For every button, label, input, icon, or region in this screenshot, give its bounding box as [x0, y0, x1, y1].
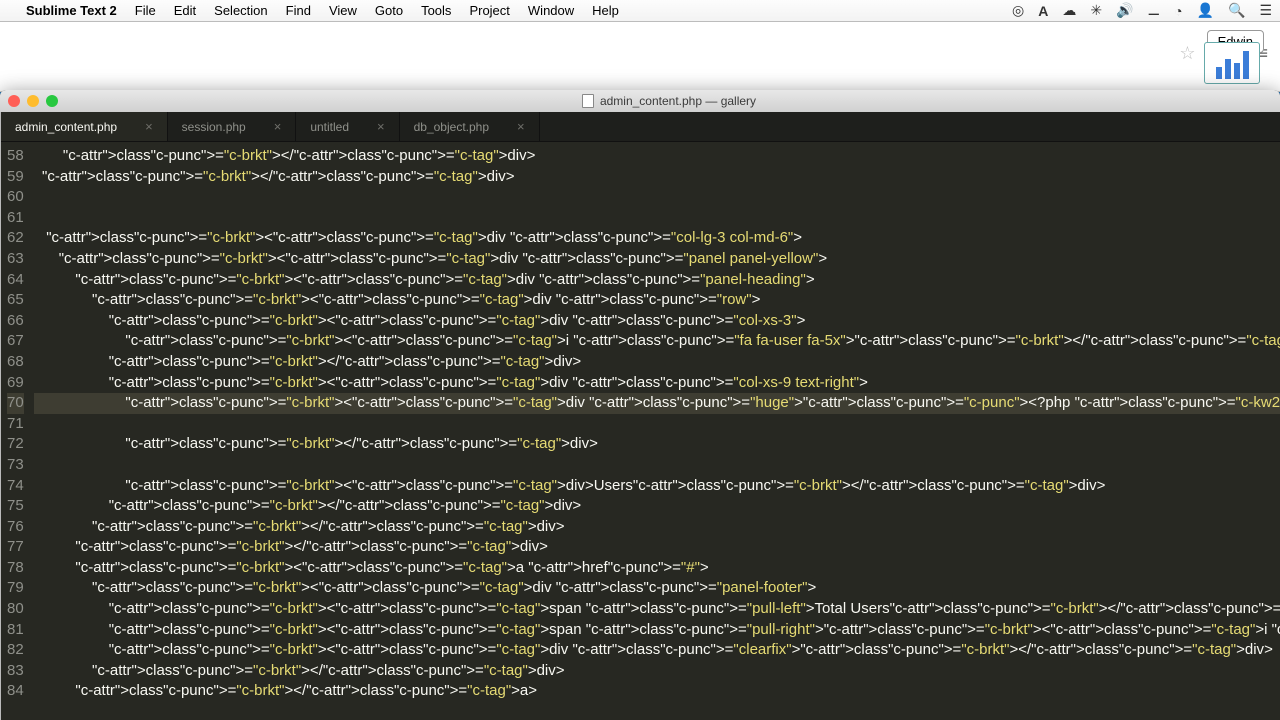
document-icon	[582, 94, 594, 108]
notifications-icon[interactable]: ☰	[1259, 2, 1272, 19]
volume-icon[interactable]: 🔊	[1116, 2, 1133, 19]
menu-selection[interactable]: Selection	[214, 3, 267, 18]
wifi-icon[interactable]: ⚊	[1148, 2, 1161, 19]
mac-menubar: Sublime Text 2 File Edit Selection Find …	[0, 0, 1280, 22]
desktop-chart-icon[interactable]	[1204, 42, 1260, 84]
battery-icon[interactable]: ◔	[1174, 3, 1182, 19]
window-controls	[8, 95, 58, 107]
menu-find[interactable]: Find	[286, 3, 311, 18]
window-title: admin_content.php — gallery	[600, 94, 756, 108]
user-icon[interactable]: 👤	[1197, 2, 1214, 19]
app-name[interactable]: Sublime Text 2	[26, 3, 117, 18]
close-tab-icon[interactable]: ×	[517, 119, 525, 134]
menu-project[interactable]: Project	[469, 3, 509, 18]
menu-edit[interactable]: Edit	[174, 3, 196, 18]
editor-tab[interactable]: untitled ×	[296, 112, 399, 141]
tab-label: db_object.php	[414, 120, 489, 134]
code-content[interactable]: "c-attr">class"c-punc">="c-brkt"></"c-at…	[34, 142, 1280, 720]
tab-label: session.php	[182, 120, 246, 134]
browser-strip: Edwin ☆ ≡	[0, 22, 1280, 92]
window-titlebar[interactable]: admin_content.php — gallery	[0, 90, 1280, 112]
tab-bar: admin_content.php×session.php×untitled×d…	[1, 112, 1280, 142]
close-tab-icon[interactable]: ×	[145, 119, 153, 134]
close-window-icon[interactable]	[8, 95, 20, 107]
editor-tab[interactable]: session.php ×	[168, 112, 297, 141]
status-icon[interactable]: ◎	[1012, 2, 1024, 19]
sync-icon[interactable]: ✳	[1090, 2, 1102, 19]
zoom-window-icon[interactable]	[46, 95, 58, 107]
menu-window[interactable]: Window	[528, 3, 574, 18]
editor-window: admin_content.php — gallery FOLDERS ▼ ga…	[0, 90, 1280, 720]
menu-file[interactable]: File	[135, 3, 156, 18]
menu-tools[interactable]: Tools	[421, 3, 451, 18]
tab-label: admin_content.php	[15, 120, 117, 134]
menu-help[interactable]: Help	[592, 3, 619, 18]
minimize-window-icon[interactable]	[27, 95, 39, 107]
editor-tab[interactable]: db_object.php ×	[400, 112, 540, 141]
editor-tab[interactable]: admin_content.php ×	[1, 112, 168, 141]
close-tab-icon[interactable]: ×	[377, 119, 385, 134]
menu-goto[interactable]: Goto	[375, 3, 403, 18]
cloud-icon[interactable]: ☁	[1062, 2, 1076, 19]
spotlight-icon[interactable]: 🔍	[1228, 2, 1245, 19]
close-tab-icon[interactable]: ×	[274, 119, 282, 134]
menu-view[interactable]: View	[329, 3, 357, 18]
tab-label: untitled	[310, 120, 349, 134]
line-gutter[interactable]: 5859606162636465666768697071727374757677…	[1, 142, 34, 720]
code-editor[interactable]: 5859606162636465666768697071727374757677…	[1, 142, 1280, 720]
bookmark-star-icon[interactable]: ☆	[1179, 43, 1195, 64]
code-area: admin_content.php×session.php×untitled×d…	[1, 112, 1280, 720]
adobe-icon[interactable]: A	[1038, 3, 1048, 19]
menubar-status-right: ◎ A ☁ ✳ 🔊 ⚊ ◔ 👤 🔍 ☰	[1012, 2, 1272, 19]
